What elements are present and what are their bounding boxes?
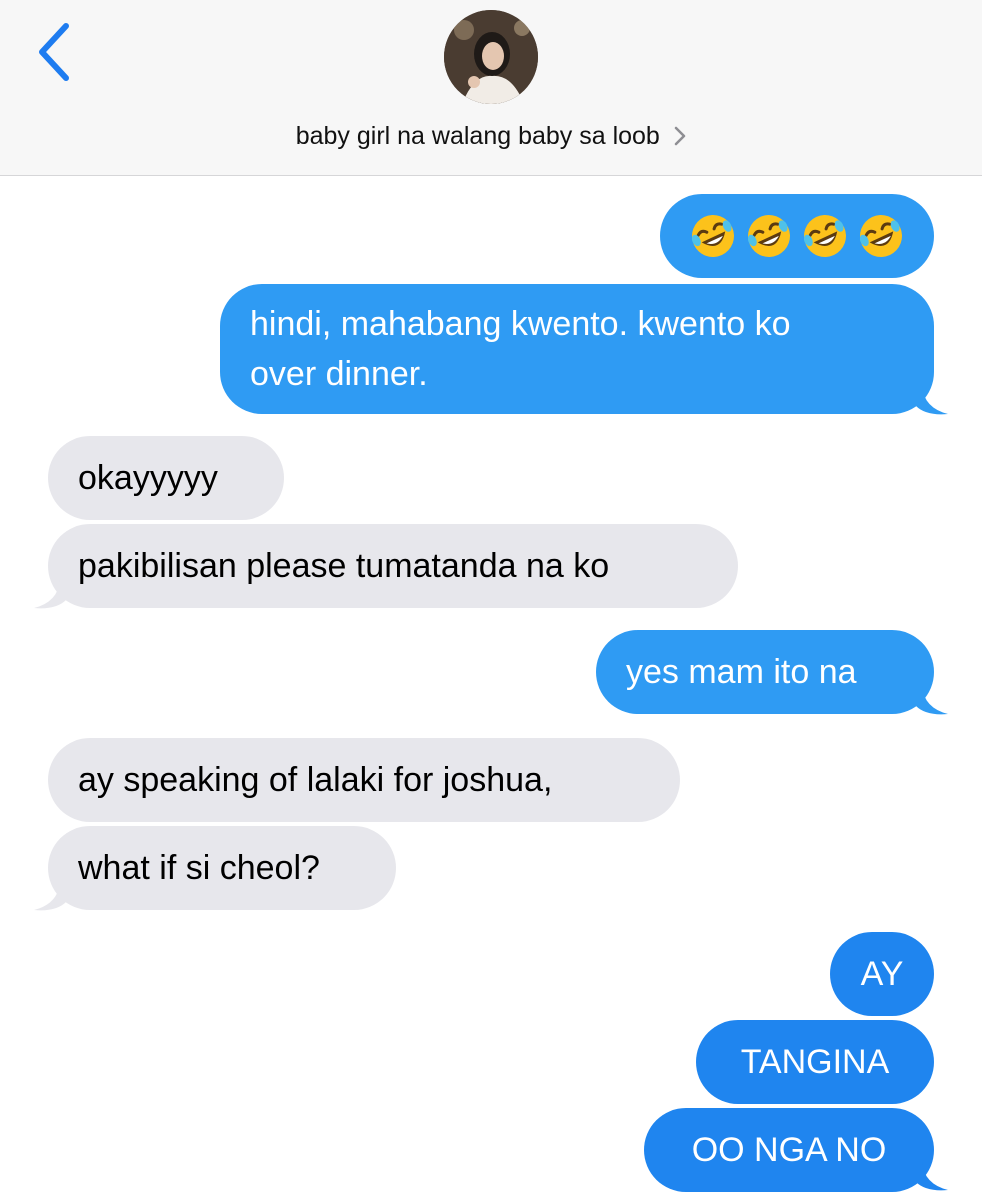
message-bubble-received[interactable]: okayyyyy (48, 436, 284, 520)
contact-name-button[interactable]: baby girl na walang baby sa loob (0, 116, 982, 156)
message-bubble-sent[interactable]: TANGINA (696, 1020, 934, 1104)
message-bubble-received[interactable]: pakibilisan please tumatanda na ko (48, 524, 738, 608)
rolling-on-floor-laughing-emoji-icon (691, 215, 734, 257)
conversation-header: baby girl na walang baby sa loob (0, 0, 982, 176)
bubble-tail-sent (916, 686, 948, 715)
message-bubble-received[interactable]: what if si cheol? (48, 826, 396, 910)
message-text: okayyyyy (78, 459, 218, 497)
contact-name: baby girl na walang baby sa loob (295, 122, 660, 150)
message-bubble-sent[interactable]: yes mam ito na (596, 630, 934, 714)
message-text: ay speaking of lalaki for joshua, (78, 761, 553, 799)
rolling-on-floor-laughing-emoji-icon (803, 215, 846, 257)
message-text: pakibilisan please tumatanda na ko (78, 547, 610, 585)
message-text: what if si cheol? (78, 849, 320, 887)
emoji-group (688, 211, 906, 261)
message-text-line: over dinner. (250, 355, 428, 393)
message-bubble-sent[interactable]: OO NGA NO (644, 1108, 934, 1192)
bubble-tail-sent (916, 386, 948, 415)
bubble-tail-received (34, 882, 66, 911)
avatar-photo (444, 10, 538, 104)
message-text: OO NGA NO (691, 1131, 887, 1169)
message-bubble-sent[interactable]: hindi, mahabang kwento. kwento ko over d… (220, 284, 934, 414)
message-bubble-sent[interactable]: AY (830, 932, 934, 1016)
chevron-right-icon (675, 126, 686, 146)
back-button[interactable] (30, 22, 80, 82)
message-bubble-sent[interactable] (660, 194, 934, 278)
bubble-tail-received (34, 580, 66, 609)
message-text-line: hindi, mahabang kwento. kwento ko (250, 305, 791, 343)
rolling-on-floor-laughing-emoji-icon (859, 215, 902, 257)
contact-avatar[interactable] (444, 10, 538, 104)
chevron-left-icon (39, 23, 69, 81)
bubble-tail-sent (916, 1162, 948, 1191)
message-text: TANGINA (740, 1043, 890, 1081)
rolling-on-floor-laughing-emoji-icon (747, 215, 790, 257)
message-text: yes mam ito na (626, 653, 857, 691)
message-text: AY (860, 955, 904, 993)
message-bubble-received[interactable]: ay speaking of lalaki for joshua, (48, 738, 680, 822)
